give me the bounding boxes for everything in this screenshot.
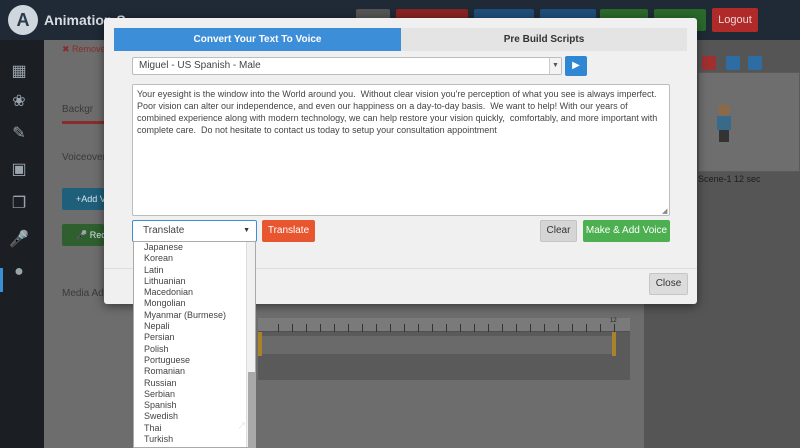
tab-pre-build-scripts[interactable]: Pre Build Scripts	[401, 28, 687, 51]
mouse-cursor-icon: ➚	[237, 418, 248, 432]
language-option[interactable]: Japanese	[134, 242, 255, 253]
scene-thumbnail[interactable]	[698, 72, 800, 172]
ruler-tick	[600, 324, 601, 332]
ruler-tick	[474, 324, 475, 332]
language-option[interactable]: Korean	[134, 253, 255, 264]
delete-scene-button[interactable]	[702, 56, 716, 70]
ruler-tick	[278, 324, 279, 332]
timeline[interactable]: 12	[258, 318, 630, 380]
background-underline	[62, 121, 108, 124]
dropdown-scrollbar[interactable]	[246, 242, 255, 447]
move-up-button[interactable]	[726, 56, 740, 70]
timeline-start-handle[interactable]	[258, 332, 262, 356]
microphone-icon[interactable]: 🎤	[8, 230, 30, 250]
paw-icon[interactable]: ❀	[8, 92, 30, 112]
background-label: Backgr	[62, 104, 94, 115]
logout-button[interactable]: Logout	[712, 8, 758, 32]
translate-button[interactable]: Translate	[262, 220, 315, 242]
ruler-tick	[334, 324, 335, 332]
dropdown-options: Japanese Korean Latin Lithuanian Macedon…	[134, 242, 255, 445]
layers-icon[interactable]: ❐	[8, 194, 30, 214]
modal-tabs: Convert Your Text To Voice Pre Build Scr…	[114, 28, 687, 51]
play-icon: ▶	[572, 60, 580, 71]
clear-button[interactable]: Clear	[540, 220, 577, 242]
ruler-tick	[306, 324, 307, 332]
ruler-tick	[390, 324, 391, 332]
ruler-tick	[488, 324, 489, 332]
language-option[interactable]: Macedonian	[134, 287, 255, 298]
ruler-tick	[558, 324, 559, 332]
edit-icon[interactable]: ✎	[8, 124, 30, 144]
sidebar: ▦ ❀ ✎ ▣ ❐ 🎤 ●	[0, 40, 44, 448]
language-option[interactable]: Mongolian	[134, 298, 255, 309]
ruler-tick	[362, 324, 363, 332]
language-dropdown-list[interactable]: Japanese Korean Latin Lithuanian Macedon…	[133, 241, 256, 448]
voiceover-label: Voiceover	[62, 152, 106, 163]
image-icon[interactable]: ▣	[8, 160, 30, 180]
ruler-end-label: 12	[610, 318, 617, 324]
language-option[interactable]: Polish	[134, 344, 255, 355]
play-button[interactable]: ▶	[565, 56, 587, 76]
ruler-tick	[572, 324, 573, 332]
translate-select-value: Translate	[143, 225, 185, 236]
translate-language-select[interactable]: Translate ▼	[132, 220, 257, 242]
script-textarea[interactable]: Your eyesight is the window into the Wor…	[132, 84, 670, 216]
ruler-tick	[614, 324, 615, 332]
ruler-tick	[502, 324, 503, 332]
language-option[interactable]: Russian	[134, 378, 255, 389]
resize-grip-icon[interactable]: ◢	[662, 208, 669, 215]
ruler-tick	[530, 324, 531, 332]
add-voice-button[interactable]: +Add Vo	[62, 188, 104, 210]
voice-select-value: Miguel - US Spanish - Male	[139, 60, 261, 71]
close-button[interactable]: Close	[649, 273, 688, 295]
ruler-tick	[544, 324, 545, 332]
character-head	[718, 104, 730, 116]
film-icon[interactable]: ▦	[8, 62, 30, 82]
scene-label: Scene-1 12 sec	[698, 174, 761, 184]
language-option[interactable]: Nepali	[134, 321, 255, 332]
caret-down-icon: ▼	[243, 227, 250, 234]
ruler-tick	[292, 324, 293, 332]
ruler-tick	[404, 324, 405, 332]
sidebar-active-indicator	[0, 268, 3, 292]
language-option[interactable]: Persian	[134, 332, 255, 343]
language-option[interactable]: Spanish	[134, 400, 255, 411]
make-add-voice-button[interactable]: Make & Add Voice	[583, 220, 670, 242]
ruler-tick	[586, 324, 587, 332]
language-option[interactable]: Romanian	[134, 366, 255, 377]
voice-select[interactable]: Miguel - US Spanish - Male ▼	[132, 57, 562, 75]
move-down-button[interactable]	[748, 56, 762, 70]
language-option[interactable]: Portuguese	[134, 355, 255, 366]
record-button[interactable]: 🎤 Record	[62, 224, 104, 246]
character-body	[717, 116, 731, 130]
timeline-ruler: 12	[258, 318, 630, 332]
app-logo: A	[8, 5, 38, 35]
ruler-tick	[418, 324, 419, 332]
ruler-tick	[516, 324, 517, 332]
ruler-tick	[446, 324, 447, 332]
media-label: Media Ad	[62, 288, 104, 299]
language-option[interactable]: Latin	[134, 265, 255, 276]
ruler-tick	[320, 324, 321, 332]
timeline-track[interactable]	[260, 336, 616, 354]
language-option[interactable]: Turkish	[134, 434, 255, 445]
language-option[interactable]: Myanmar (Burmese)	[134, 310, 255, 321]
dropdown-scroll-thumb[interactable]	[248, 372, 255, 447]
language-option[interactable]: Serbian	[134, 389, 255, 400]
ruler-tick	[460, 324, 461, 332]
tab-convert-text[interactable]: Convert Your Text To Voice	[114, 28, 401, 51]
timeline-end-handle[interactable]	[612, 332, 616, 356]
ruler-tick	[376, 324, 377, 332]
ruler-tick	[348, 324, 349, 332]
chevron-down-icon: ▼	[549, 58, 561, 74]
character-legs	[719, 130, 729, 142]
ruler-tick	[432, 324, 433, 332]
language-option[interactable]: Lithuanian	[134, 276, 255, 287]
drop-icon[interactable]: ●	[8, 262, 30, 282]
